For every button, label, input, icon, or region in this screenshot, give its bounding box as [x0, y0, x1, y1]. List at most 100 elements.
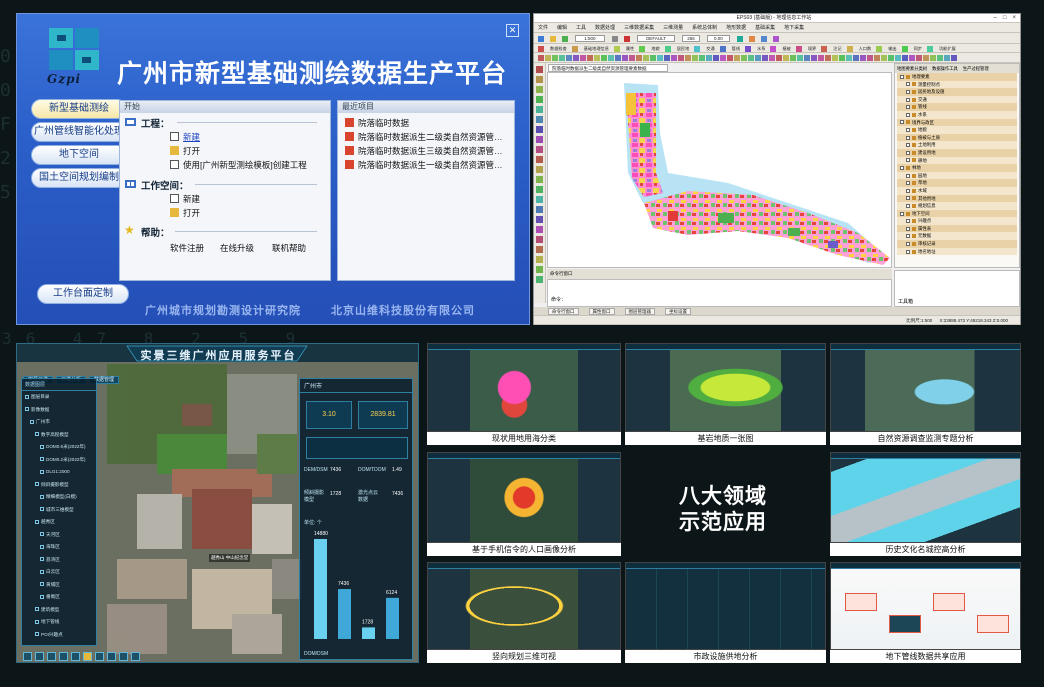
recent-project-item[interactable]: 院落临时数据派生三级类自然资源管… [345, 145, 503, 157]
sidebar-item-territorial-planning[interactable]: 国土空间规划编制 [31, 168, 127, 188]
toolbar-item[interactable]: 地貌 [651, 46, 659, 51]
checkbox-icon[interactable] [35, 519, 39, 524]
scene3d-tree-row[interactable]: 数字高程模型 [22, 429, 96, 442]
layer-tree-row[interactable]: 管线 [897, 103, 1017, 111]
checkbox-icon[interactable] [40, 532, 44, 537]
layer-tree-row[interactable]: 林地 [897, 164, 1017, 172]
checkbox-icon[interactable] [900, 165, 904, 170]
checkbox-icon[interactable] [25, 407, 29, 412]
toolbar-icon[interactable] [846, 45, 853, 52]
showcase-thumbnail[interactable] [427, 562, 621, 650]
layer-tree-row[interactable]: 测量控制点 [897, 80, 1017, 89]
bottom-tab[interactable]: 图层管理器 [624, 308, 655, 315]
toolbar-icon[interactable] [944, 54, 950, 61]
layer-tree-row[interactable]: 园地 [897, 171, 1017, 180]
scene3d-tool-icon[interactable] [119, 652, 128, 661]
toolbar-icon[interactable] [622, 54, 628, 61]
toolbar-icon[interactable] [713, 54, 719, 61]
showcase-thumbnail[interactable] [427, 452, 621, 543]
checkbox-icon[interactable] [906, 188, 910, 193]
map-canvas[interactable] [547, 72, 892, 268]
toolbar-icon[interactable] [909, 54, 915, 61]
toolbar-icon[interactable] [832, 54, 838, 61]
sidebar-item-pipeline[interactable]: 广州管线智能化处理 [31, 122, 127, 142]
toolbar-icon[interactable] [745, 45, 752, 52]
toolbar-icon[interactable] [762, 54, 768, 61]
command-panel[interactable]: 命令： [547, 279, 892, 307]
layer-tree-row[interactable]: 水域 [897, 186, 1017, 195]
project-new-link[interactable]: 新建 [170, 131, 200, 143]
toolbar-icon[interactable] [821, 45, 828, 52]
toolbar-item[interactable]: 境界 [808, 46, 816, 51]
toolbar-item[interactable]: 人口数 [859, 46, 872, 51]
scene3d-tree-row[interactable]: 黄埔区 [22, 579, 96, 592]
scene3d-tree-row[interactable]: 越秀区 [22, 516, 96, 529]
checkbox-icon[interactable] [906, 226, 910, 231]
toolbar-icon[interactable] [720, 54, 726, 61]
layer-tree-row[interactable]: 审核记录 [897, 240, 1017, 248]
layer-tree-row[interactable]: 属性表 [897, 224, 1017, 233]
scene3d-tree-row[interactable]: 影像数据 [22, 404, 96, 417]
menu-item[interactable]: 系统总体制 [692, 25, 717, 31]
showcase-thumbnail[interactable] [427, 343, 621, 432]
checkbox-icon[interactable] [25, 394, 29, 399]
toolbar-icon[interactable] [776, 54, 782, 61]
draw-tool-icon[interactable] [536, 176, 543, 183]
checkbox-icon[interactable] [906, 90, 910, 95]
showcase-thumbnail[interactable] [625, 562, 826, 650]
toolbar-item[interactable]: 管线 [732, 46, 740, 51]
checkbox-icon[interactable] [906, 241, 910, 246]
toolbar-item[interactable]: 属性 [626, 46, 634, 51]
scale-select[interactable]: 1:500 [575, 35, 605, 42]
toolbar-icon[interactable] [587, 54, 593, 61]
layer-tree-row[interactable]: 建设用地 [897, 148, 1017, 157]
toolbar-icon[interactable] [790, 54, 796, 61]
stop-icon[interactable] [623, 35, 630, 42]
toolbar-item[interactable]: 输出 [888, 46, 896, 51]
toolbar-icon[interactable] [876, 45, 883, 52]
layer-tree-row[interactable]: 地理要素 [897, 73, 1017, 81]
recent-project-item[interactable]: 院落临时数据 [345, 117, 409, 129]
checkbox-icon[interactable] [906, 128, 910, 132]
toolbar-icon[interactable] [629, 54, 635, 61]
toolbar-icon[interactable] [874, 54, 880, 61]
toolbar-icon[interactable] [783, 54, 789, 61]
menu-item[interactable]: 文件 [538, 25, 548, 31]
toolbar-icon[interactable] [608, 54, 614, 61]
showcase-thumbnail[interactable] [830, 452, 1021, 543]
layer-tree-row[interactable]: 地下空间 [897, 209, 1017, 218]
checkbox-icon[interactable] [906, 173, 910, 178]
checkbox-icon[interactable] [906, 234, 910, 239]
draw-tool-icon[interactable] [536, 226, 543, 233]
scene3d-tree-row[interactable]: 荔湾区 [22, 554, 96, 567]
checkbox-icon[interactable] [906, 249, 910, 254]
toolbar-icon[interactable] [685, 54, 691, 61]
recent-project-item[interactable]: 院落临时数据派生二级类自然资源管… [345, 131, 503, 143]
toolbar-icon[interactable] [902, 54, 908, 61]
draw-tool-icon[interactable] [536, 66, 543, 73]
checkbox-icon[interactable] [906, 203, 910, 208]
bottom-tab[interactable]: 属性窗口 [588, 308, 615, 315]
draw-tool-icon[interactable] [536, 236, 543, 243]
toolbar-icon[interactable] [755, 54, 761, 61]
workspace-new-link[interactable]: 新建 [170, 193, 200, 205]
checkbox-icon[interactable] [906, 135, 910, 140]
layer-tree-row[interactable]: 水系 [897, 110, 1017, 119]
checkbox-icon[interactable] [906, 158, 910, 163]
checkbox-icon[interactable] [40, 594, 44, 599]
customize-workspace-button[interactable]: 工作台面定制 [37, 284, 129, 304]
checkbox-icon[interactable] [906, 97, 910, 102]
toolbar-item[interactable]: 交通 [706, 46, 714, 51]
showcase-thumbnail[interactable] [830, 343, 1021, 432]
toolbar-icon[interactable] [926, 45, 933, 52]
scene3d-tree-row[interactable]: DLG1:2000 [22, 466, 96, 479]
sidebar-item-underground[interactable]: 地下空间 [31, 145, 127, 165]
project-template-link[interactable]: 使用[广州新型测绘模板]创建工程 [170, 159, 307, 171]
maximize-button[interactable]: □ [1003, 15, 1007, 21]
recent-project-item[interactable]: 院落临时数据派生一级类自然资源管… [345, 159, 503, 171]
scene3d-tree-row[interactable]: 精细模型(白模) [22, 491, 96, 504]
toolbar-icon[interactable] [699, 54, 705, 61]
scene3d-tree-row[interactable]: DOM0.2米(2022年) [22, 454, 96, 467]
draw-tool-icon[interactable] [536, 86, 543, 93]
layer-tree-row[interactable]: 居民地及设施 [897, 88, 1017, 96]
